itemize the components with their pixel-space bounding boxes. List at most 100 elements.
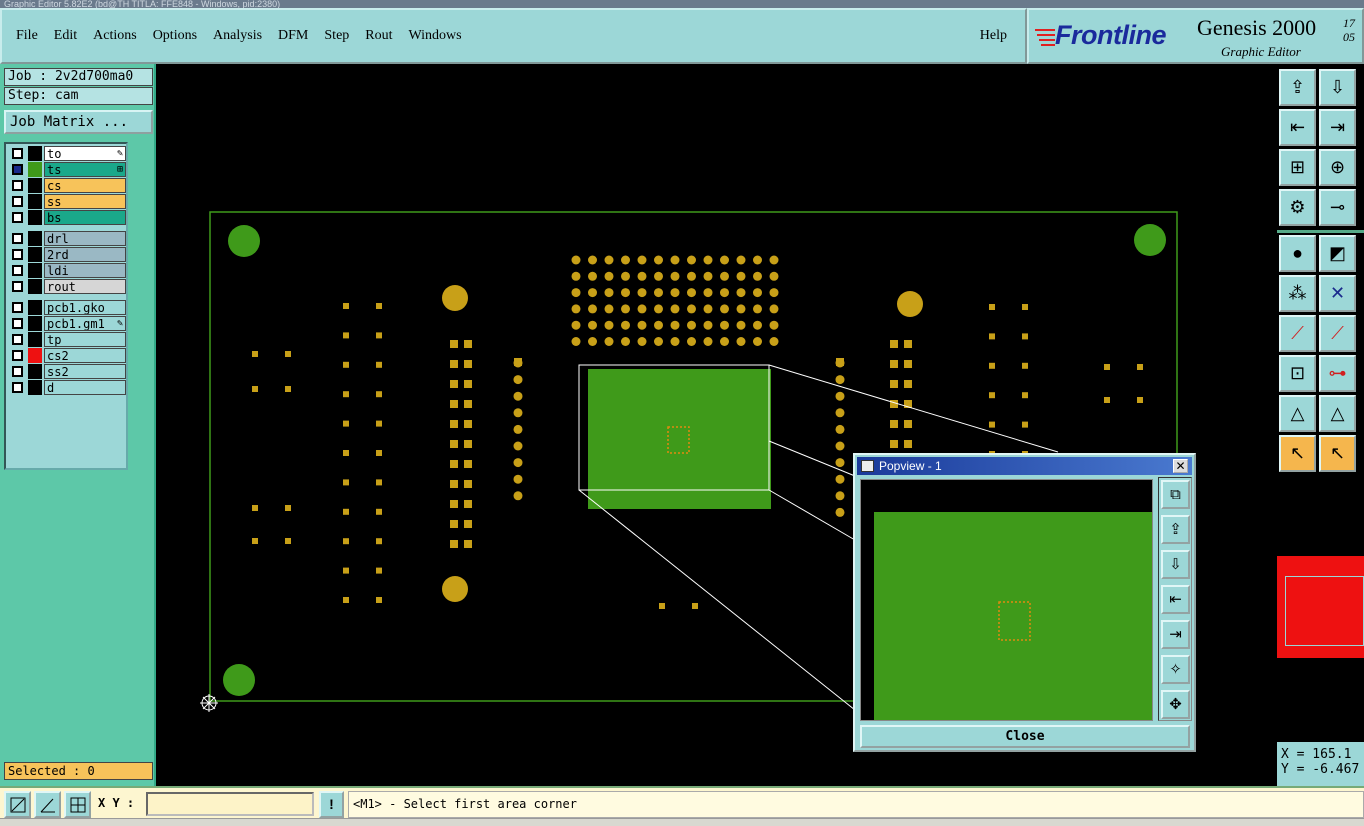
layer-color-swatch[interactable]: [28, 210, 42, 225]
line-select-button[interactable]: ⟋: [1319, 315, 1356, 352]
layer-color-swatch[interactable]: [28, 348, 42, 363]
layer-color-swatch[interactable]: [28, 194, 42, 209]
edit-feature-button[interactable]: ◩: [1319, 235, 1356, 272]
pointer-button[interactable]: ↖: [1279, 435, 1316, 472]
overview-map[interactable]: [1277, 476, 1364, 742]
layer-color-swatch[interactable]: [28, 364, 42, 379]
popview-pan-left-button[interactable]: ⇤: [1161, 585, 1190, 614]
layer-row-drl[interactable]: drl: [8, 231, 126, 246]
warning-button[interactable]: !: [319, 791, 344, 818]
layer-color-swatch[interactable]: [28, 279, 42, 294]
menu-edit[interactable]: Edit: [54, 28, 77, 44]
close-icon[interactable]: ✕: [1173, 459, 1188, 473]
triangle-select-button[interactable]: △: [1319, 395, 1356, 432]
layer-row-ss2[interactable]: ss2: [8, 364, 126, 379]
pad-button[interactable]: ⊡: [1279, 355, 1316, 392]
layer-color-swatch[interactable]: [28, 178, 42, 193]
triangle-button[interactable]: △: [1279, 395, 1316, 432]
layer-name[interactable]: d: [44, 380, 126, 395]
layer-row-cs2[interactable]: cs2: [8, 348, 126, 363]
pan-left-button[interactable]: ⇤: [1279, 109, 1316, 146]
layer-row-rout[interactable]: rout: [8, 279, 126, 294]
menu-step[interactable]: Step: [324, 28, 349, 44]
layer-checkbox[interactable]: [12, 350, 23, 361]
popview-titlebar[interactable]: Popview - 1 ✕: [857, 457, 1192, 475]
sb-measure-button[interactable]: [34, 791, 61, 818]
popview-close-button[interactable]: Close: [860, 725, 1190, 748]
layer-name[interactable]: bs: [44, 210, 126, 225]
popview-zoom-down-button[interactable]: ⇩: [1161, 550, 1190, 579]
layer-name[interactable]: ldi: [44, 263, 126, 278]
zoom-out-button[interactable]: ⊕: [1319, 149, 1356, 186]
menu-analysis[interactable]: Analysis: [213, 28, 262, 44]
layer-name[interactable]: ss2: [44, 364, 126, 379]
line-button[interactable]: ⟋: [1279, 315, 1316, 352]
sb-zoom-area-button[interactable]: [4, 791, 31, 818]
layer-color-swatch[interactable]: [28, 162, 42, 177]
layer-checkbox[interactable]: [12, 249, 23, 260]
job-matrix-button[interactable]: Job Matrix ...: [4, 110, 153, 134]
layer-name[interactable]: ts ⊞: [44, 162, 126, 177]
pan-right-button[interactable]: ⇥: [1319, 109, 1356, 146]
cross-button[interactable]: ✕: [1319, 275, 1356, 312]
layer-name[interactable]: to ✎: [44, 146, 126, 161]
layer-checkbox[interactable]: [12, 212, 23, 223]
popview-zoom-fit-button[interactable]: ⧉: [1161, 480, 1190, 509]
layer-row-bs[interactable]: bs: [8, 210, 126, 225]
layer-row-tp[interactable]: tp: [8, 332, 126, 347]
menu-file[interactable]: File: [16, 28, 38, 44]
popview-zoom-up-button[interactable]: ⇪: [1161, 515, 1190, 544]
layer-checkbox[interactable]: [12, 366, 23, 377]
layer-checkbox[interactable]: [12, 148, 23, 159]
layer-checkbox[interactable]: [12, 334, 23, 345]
layer-checkbox[interactable]: [12, 180, 23, 191]
measure-button[interactable]: ⚙: [1279, 189, 1316, 226]
layer-checkbox[interactable]: [12, 233, 23, 244]
layer-row-to[interactable]: to ✎: [8, 146, 126, 161]
layer-checkbox[interactable]: [12, 164, 23, 175]
layer-row-2rd[interactable]: 2rd: [8, 247, 126, 262]
layer-color-swatch[interactable]: [28, 263, 42, 278]
layer-checkbox[interactable]: [12, 265, 23, 276]
zoom-in-button[interactable]: ⊞: [1279, 149, 1316, 186]
menu-windows[interactable]: Windows: [409, 28, 462, 44]
menu-dfm[interactable]: DFM: [278, 28, 308, 44]
layer-name[interactable]: pcb1.gm1 ✎: [44, 316, 126, 331]
layer-name[interactable]: cs2: [44, 348, 126, 363]
layer-row-ss[interactable]: ss: [8, 194, 126, 209]
layer-row-d[interactable]: d: [8, 380, 126, 395]
layer-checkbox[interactable]: [12, 281, 23, 292]
layer-row-ts[interactable]: ts ⊞: [8, 162, 126, 177]
zoom-fit-button[interactable]: ⇩: [1319, 69, 1356, 106]
popview-view[interactable]: [860, 479, 1153, 721]
select-feature-button[interactable]: ●: [1279, 235, 1316, 272]
popview-pan-right-button[interactable]: ⇥: [1161, 620, 1190, 649]
sb-grid-button[interactable]: [64, 791, 91, 818]
layer-checkbox[interactable]: [12, 318, 23, 329]
layer-color-swatch[interactable]: [28, 380, 42, 395]
xy-input[interactable]: [146, 792, 314, 816]
snap-button[interactable]: ⊸: [1319, 189, 1356, 226]
layer-name[interactable]: cs: [44, 178, 126, 193]
layer-name[interactable]: tp: [44, 332, 126, 347]
menu-rout[interactable]: Rout: [365, 28, 392, 44]
layer-name[interactable]: drl: [44, 231, 126, 246]
layer-color-swatch[interactable]: [28, 146, 42, 161]
layer-row-cs[interactable]: cs: [8, 178, 126, 193]
zoom-home-button[interactable]: ⇪: [1279, 69, 1316, 106]
layer-color-swatch[interactable]: [28, 332, 42, 347]
netlist-button[interactable]: ⁂: [1279, 275, 1316, 312]
menu-help[interactable]: Help: [980, 28, 1007, 44]
menu-options[interactable]: Options: [153, 28, 197, 44]
layer-row-pcb1-gm1[interactable]: pcb1.gm1 ✎: [8, 316, 126, 331]
layer-checkbox[interactable]: [12, 196, 23, 207]
layer-color-swatch[interactable]: [28, 300, 42, 315]
layer-name[interactable]: rout: [44, 279, 126, 294]
layer-checkbox[interactable]: [12, 302, 23, 313]
pointer-select-button[interactable]: ↖: [1319, 435, 1356, 472]
split-button[interactable]: ⊶: [1319, 355, 1356, 392]
popview-zoom-out-button[interactable]: ✥: [1161, 690, 1190, 719]
layer-checkbox[interactable]: [12, 382, 23, 393]
menu-actions[interactable]: Actions: [93, 28, 137, 44]
layer-name[interactable]: pcb1.gko: [44, 300, 126, 315]
